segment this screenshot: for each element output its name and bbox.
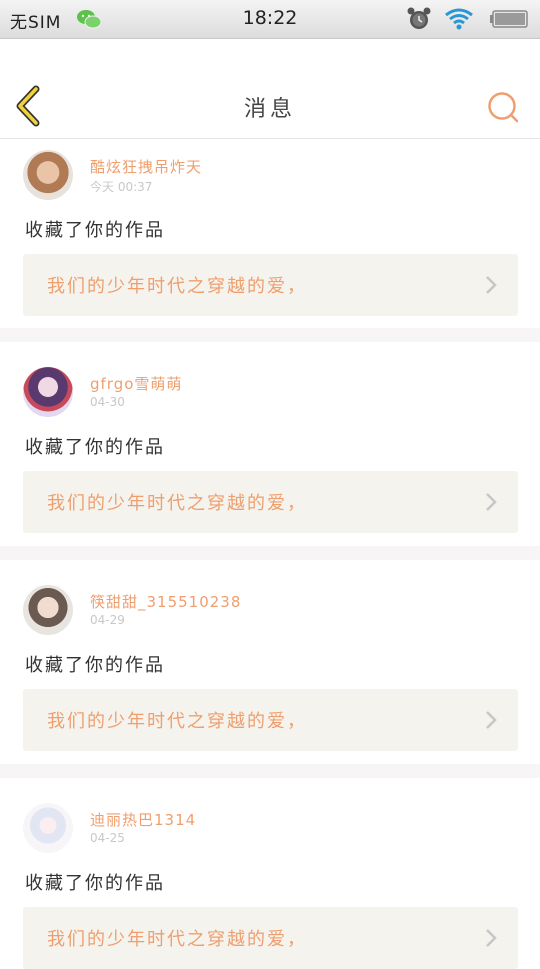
- action-text: 收藏了你的作品: [25, 873, 165, 894]
- timestamp: 04-30: [90, 395, 125, 409]
- work-link-card[interactable]: 我们的少年时代之穿越的爱，: [23, 689, 518, 751]
- search-icon[interactable]: [484, 88, 522, 126]
- work-title: 我们的少年时代之穿越的爱，: [47, 493, 307, 514]
- message-item[interactable]: 筷甜甜_315510238 04-29 收藏了你的作品 我们的少年时代之穿越的爱…: [0, 561, 540, 751]
- work-link-card[interactable]: 我们的少年时代之穿越的爱，: [23, 254, 518, 316]
- timestamp: 04-29: [90, 613, 125, 627]
- chevron-right-icon: [486, 493, 497, 511]
- message-item[interactable]: 酷炫狂拽吊炸天 今天 00:37 收藏了你的作品 我们的少年时代之穿越的爱，: [0, 140, 540, 326]
- username[interactable]: 筷甜甜_315510238: [90, 591, 241, 612]
- action-text: 收藏了你的作品: [25, 655, 165, 676]
- divider: [0, 328, 540, 342]
- work-title: 我们的少年时代之穿越的爱，: [47, 711, 307, 732]
- work-title: 我们的少年时代之穿越的爱，: [47, 276, 307, 297]
- work-title: 我们的少年时代之穿越的爱，: [47, 929, 307, 950]
- avatar[interactable]: [23, 803, 73, 853]
- timestamp: 今天 00:37: [90, 180, 153, 194]
- status-bar: 无SIM 18:22: [0, 0, 540, 39]
- action-text: 收藏了你的作品: [25, 437, 165, 458]
- message-item[interactable]: gfrgo雪萌萌 04-30 收藏了你的作品 我们的少年时代之穿越的爱，: [0, 343, 540, 533]
- username[interactable]: 酷炫狂拽吊炸天: [90, 156, 202, 177]
- username[interactable]: gfrgo雪萌萌: [90, 373, 182, 394]
- message-item[interactable]: 迪丽热巴1314 04-25 收藏了你的作品 我们的少年时代之穿越的爱，: [0, 779, 540, 969]
- timestamp: 04-25: [90, 831, 125, 845]
- page-title: 消息: [243, 97, 296, 122]
- action-text: 收藏了你的作品: [25, 220, 165, 241]
- chevron-right-icon: [486, 929, 497, 947]
- username[interactable]: 迪丽热巴1314: [90, 809, 196, 830]
- divider: [0, 546, 540, 560]
- top-nav-bar: 消息: [0, 39, 540, 139]
- avatar[interactable]: [23, 150, 73, 200]
- battery-icon: [490, 10, 528, 28]
- avatar[interactable]: [23, 585, 73, 635]
- wifi-icon: [445, 8, 473, 30]
- divider: [0, 764, 540, 778]
- chevron-right-icon: [486, 711, 497, 729]
- alarm-icon: [407, 7, 431, 29]
- work-link-card[interactable]: 我们的少年时代之穿越的爱，: [23, 471, 518, 533]
- avatar[interactable]: [23, 367, 73, 417]
- chevron-right-icon: [486, 276, 497, 294]
